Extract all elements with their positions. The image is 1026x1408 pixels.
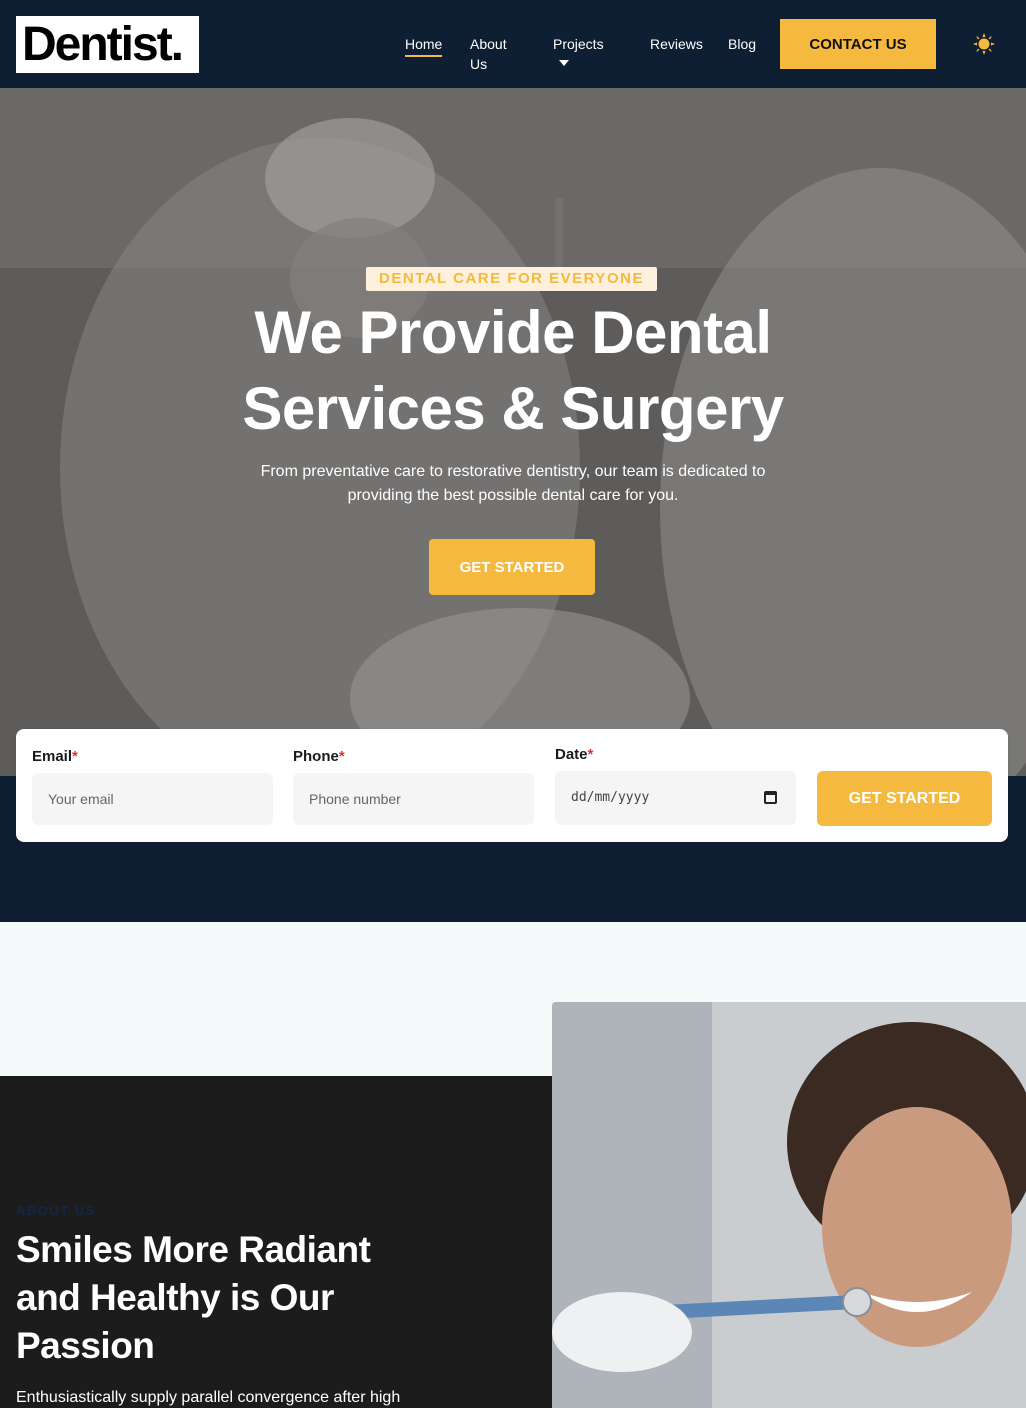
hero-title: We Provide Dental Services & Surgery [163, 295, 863, 447]
about-title-line-1: Smiles More Radiant [16, 1229, 371, 1270]
nav-home[interactable]: Home [405, 34, 443, 57]
about-title-line-3: Passion [16, 1325, 155, 1366]
logo[interactable]: Dentist. [16, 16, 199, 73]
caret-down-icon [559, 60, 569, 66]
required-mark: * [338, 748, 345, 765]
date-placeholder: dd/mm/yyyy [571, 790, 650, 805]
nav-projects[interactable]: Projects [553, 34, 604, 74]
about-title-line-2: and Healthy is Our [16, 1277, 334, 1318]
phone-label: Phone* [293, 748, 345, 765]
nav-about-us[interactable]: About Us [470, 34, 507, 74]
email-label: Email* [32, 748, 78, 765]
date-label: Date* [555, 746, 593, 763]
required-mark: * [587, 746, 594, 763]
about-kicker: ABOUT US [16, 1203, 96, 1218]
hero-get-started-button[interactable]: GET STARTED [429, 539, 595, 595]
nav-projects-label: Projects [553, 36, 604, 52]
about-title: Smiles More Radiant and Healthy is Our P… [16, 1226, 436, 1370]
navbar: Dentist. Home About Us Projects Reviews … [0, 0, 1026, 88]
hero-subtitle-line-2: providing the best possible dental care … [347, 487, 679, 504]
contact-us-button[interactable]: CONTACT US [780, 19, 936, 69]
nav-reviews[interactable]: Reviews [650, 34, 703, 54]
date-label-text: Date [555, 746, 588, 763]
hero-subtitle: From preventative care to restorative de… [233, 460, 793, 508]
booking-get-started-button[interactable]: GET STARTED [817, 771, 992, 826]
sun-icon[interactable] [973, 33, 995, 55]
hero-badge: DENTAL CARE FOR EVERYONE [366, 267, 657, 291]
patient-smiling-image [552, 1002, 1026, 1408]
hero-title-line-1: We Provide Dental [254, 299, 772, 366]
hero-title-line-2: Services & Surgery [242, 375, 784, 442]
date-field[interactable]: dd/mm/yyyy [555, 771, 796, 825]
about-description: Enthusiastically supply parallel converg… [16, 1389, 401, 1406]
phone-field[interactable] [293, 773, 534, 825]
phone-label-text: Phone [293, 748, 339, 765]
calendar-icon[interactable] [764, 791, 777, 804]
hero-section: DENTAL CARE FOR EVERYONE We Provide Dent… [0, 88, 1026, 776]
required-mark: * [72, 748, 78, 765]
email-label-text: Email [32, 748, 73, 765]
hero-subtitle-line-1: From preventative care to restorative de… [260, 463, 766, 480]
booking-form: Email* Phone* Date* dd/mm/yyyy GET START… [16, 729, 1008, 842]
email-field[interactable] [32, 773, 273, 825]
nav-blog[interactable]: Blog [728, 34, 756, 54]
